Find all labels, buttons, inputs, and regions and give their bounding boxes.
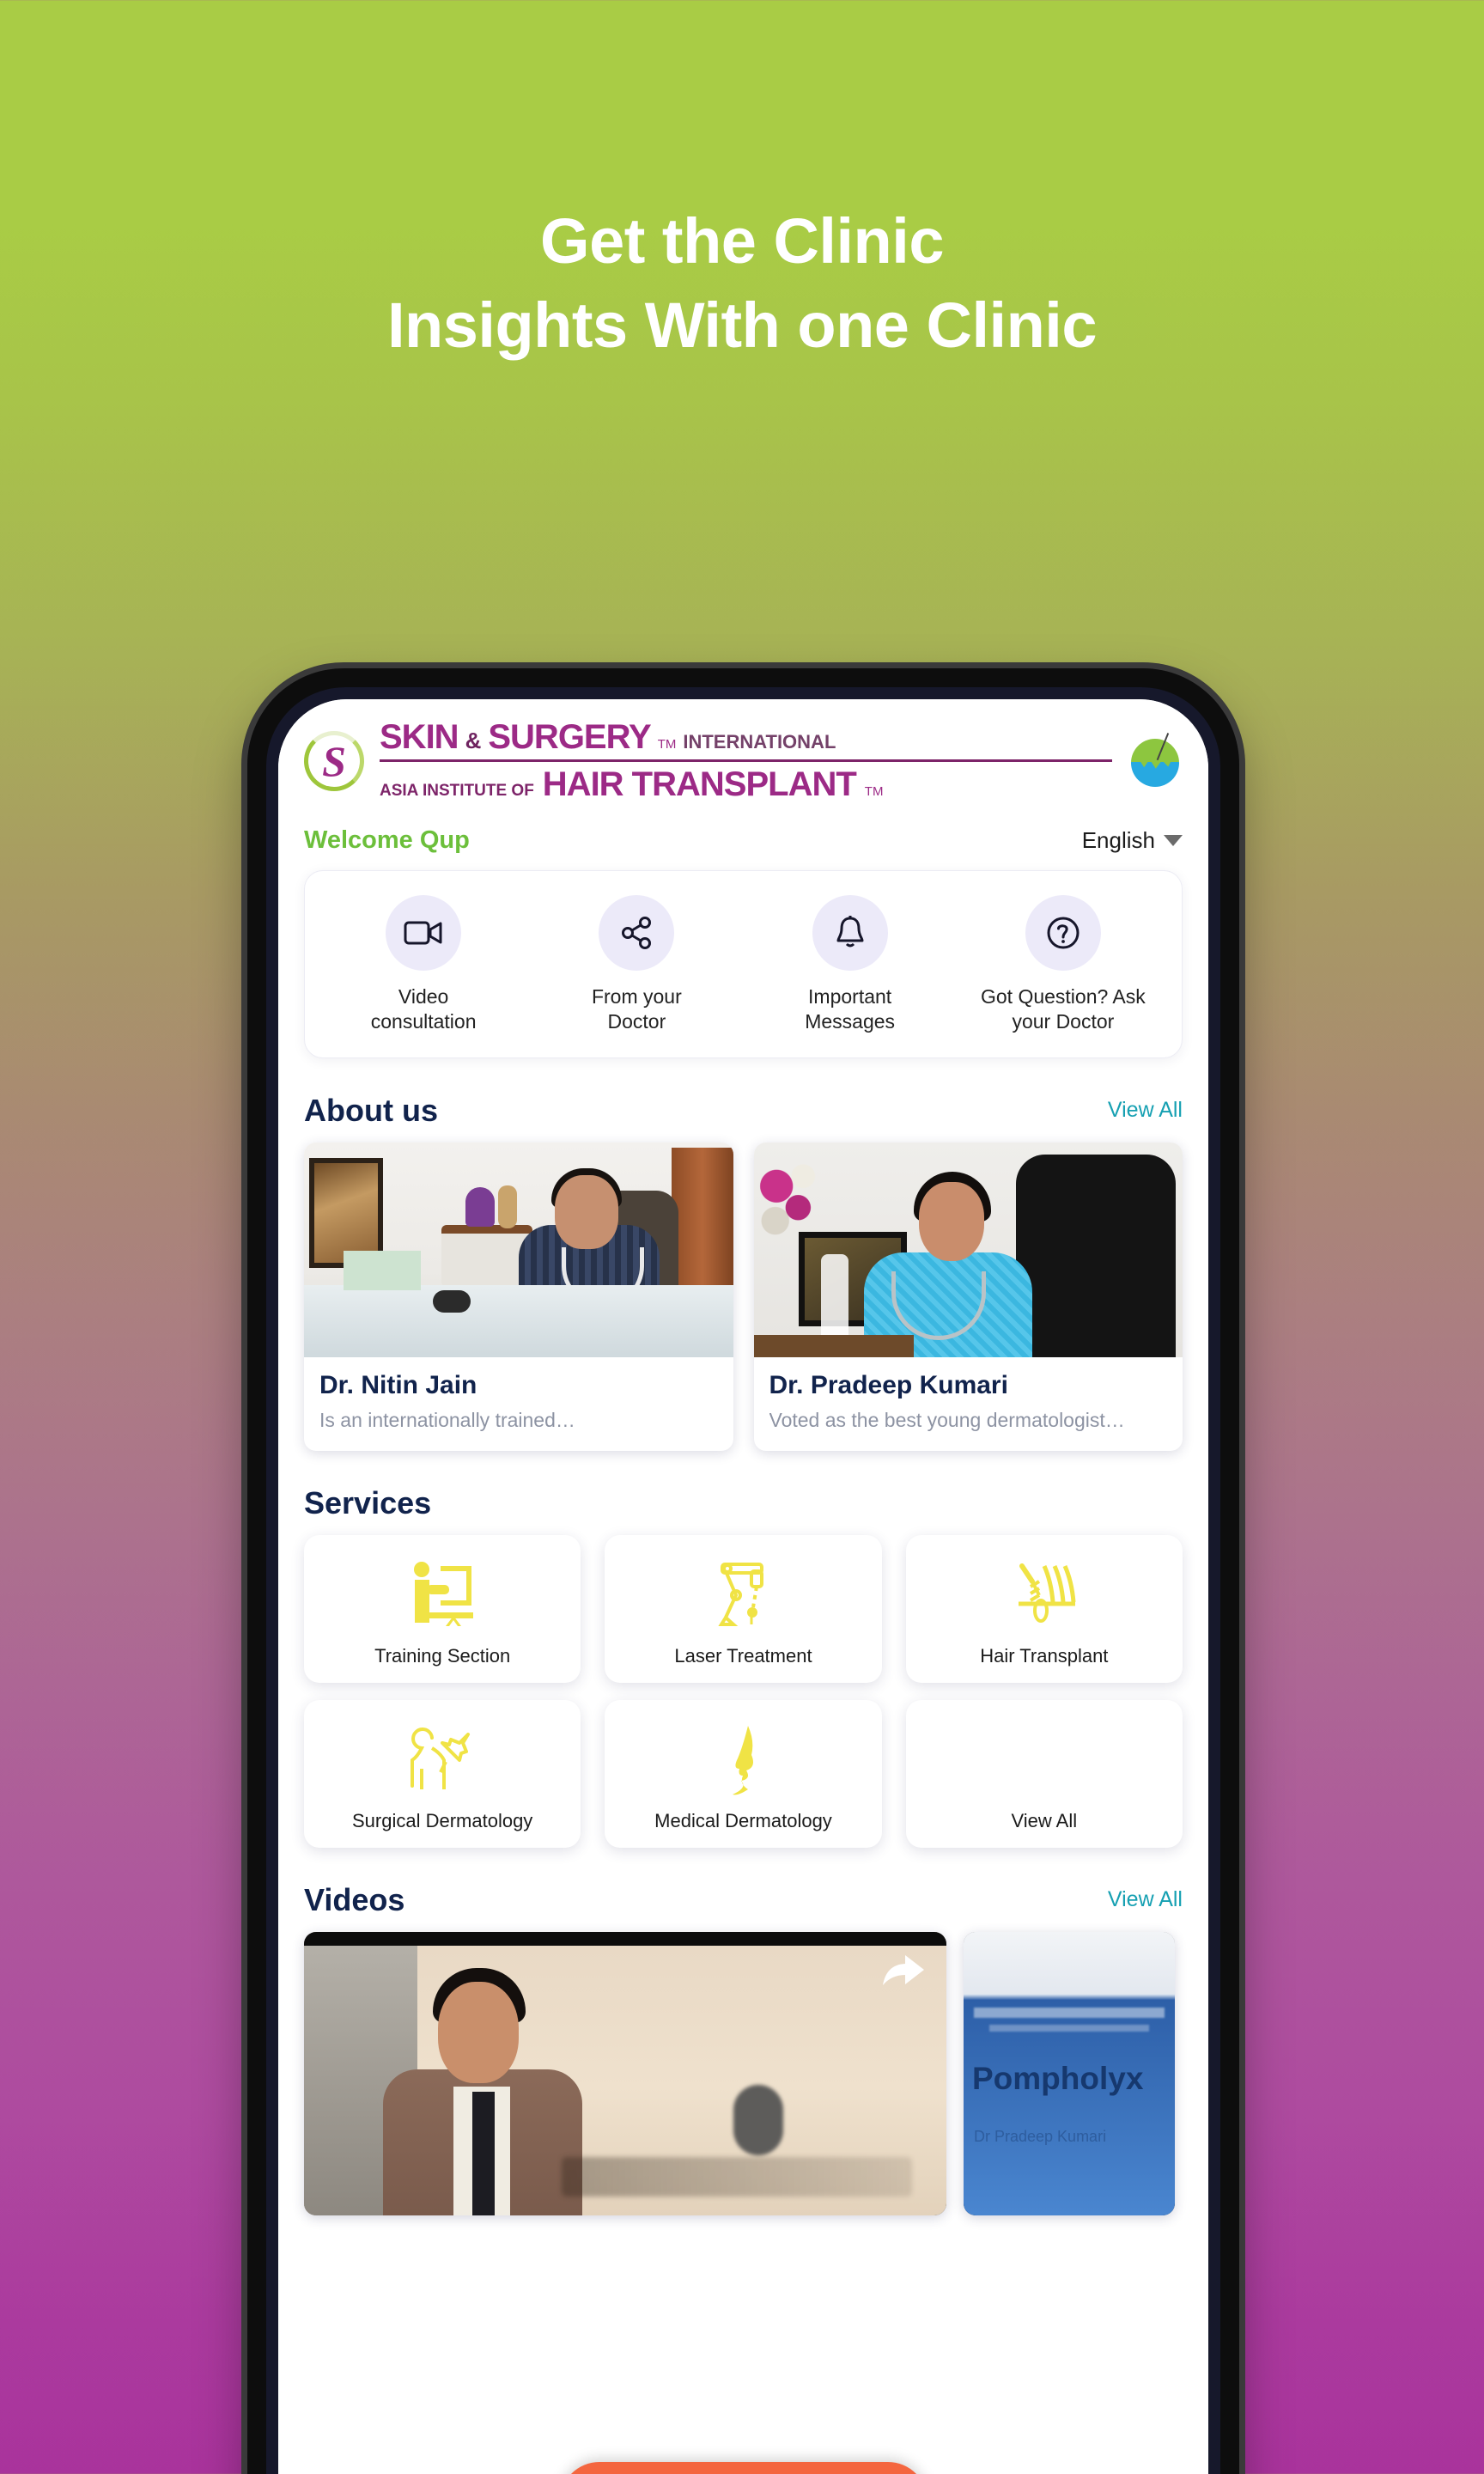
brand-skin: SKIN <box>380 718 459 756</box>
surgical-syringe-icon <box>403 1715 482 1805</box>
brand-wordmark: SKIN & SURGERY TM INTERNATIONAL ASIA INS… <box>380 718 1112 804</box>
service-laser-treatment[interactable]: Laser Treatment <box>605 1534 882 1683</box>
logo-letter: S <box>322 737 346 785</box>
about-section-header: About us View All <box>278 1093 1208 1129</box>
quick-action-video-consultation[interactable]: Video consultation <box>317 895 530 1035</box>
promo-line-1: Get the Clinic <box>540 205 944 277</box>
quick-action-label: Got Question? Ask your Doctor <box>980 985 1146 1033</box>
book-appointment-button[interactable]: Book Appointment <box>559 2462 928 2474</box>
video-thumbnail: Pompholyx Dr Pradeep Kumari <box>964 1931 1175 2215</box>
service-label: Hair Transplant <box>980 1644 1109 1667</box>
quick-action-label: Video consultation <box>370 985 477 1033</box>
brand-hair-transplant: HAIR TRANSPLANT <box>542 765 857 803</box>
about-title: About us <box>304 1092 438 1128</box>
welcome-bar: Welcome Qup English <box>278 814 1208 865</box>
laser-arm-icon <box>703 1551 782 1640</box>
doctor-photo <box>304 1142 733 1357</box>
brand-tm-icon: TM <box>657 737 677 752</box>
doctor-description: Is an internationally trained… <box>319 1408 575 1431</box>
phone-frame: S SKIN & SURGERY TM INTERNATIONAL ASIA I… <box>247 668 1239 2474</box>
videos-title: Videos <box>304 1881 405 1917</box>
share-icon <box>599 895 675 971</box>
globe-logo-icon <box>1124 730 1186 792</box>
presenter-board-icon <box>403 1551 482 1640</box>
brand-asia-institute: ASIA INSTITUTE OF <box>380 782 534 800</box>
promo-headline: Get the Clinic Insights With one Clinic <box>0 199 1484 369</box>
quick-action-from-your-doctor[interactable]: From your Doctor <box>530 895 743 1035</box>
services-grid: Training Section Laser Treatment Hair Tr… <box>278 1534 1208 1848</box>
videos-view-all-link[interactable]: View All <box>1108 1887 1183 1912</box>
service-label: Medical Dermatology <box>654 1809 832 1831</box>
doctor-description: Voted as the best young dermatologist… <box>769 1408 1125 1431</box>
doctor-photo <box>753 1142 1183 1357</box>
brand-tm2-icon: TM <box>864 784 884 799</box>
doctor-name: Dr. Pradeep Kumari <box>769 1370 1008 1399</box>
video-title: Pompholyx <box>972 2060 1144 2096</box>
app-header: S SKIN & SURGERY TM INTERNATIONAL ASIA I… <box>278 699 1208 814</box>
quick-action-important-messages[interactable]: Important Messages <box>744 895 957 1035</box>
brand-surgery: SURGERY <box>488 718 651 756</box>
service-label: Surgical Dermatology <box>352 1809 533 1831</box>
video-card[interactable]: Pompholyx Dr Pradeep Kumari <box>964 1931 1175 2215</box>
quick-action-label: From your Doctor <box>591 985 682 1033</box>
phone-bezel: S SKIN & SURGERY TM INTERNATIONAL ASIA I… <box>266 687 1220 2474</box>
language-value: English <box>1081 827 1155 853</box>
brand-amp: & <box>465 728 482 753</box>
service-hair-transplant[interactable]: Hair Transplant <box>905 1534 1183 1683</box>
video-card[interactable] <box>304 1931 946 2215</box>
service-training-section[interactable]: Training Section <box>304 1534 581 1683</box>
doctor-card-list: Dr. Nitin Jain Is an internationally tra… <box>278 1142 1208 1451</box>
service-surgical-dermatology[interactable]: Surgical Dermatology <box>304 1699 581 1848</box>
service-label: Training Section <box>374 1644 511 1667</box>
video-camera-icon <box>386 895 462 971</box>
face-profile-icon <box>703 1715 782 1805</box>
app-screen: S SKIN & SURGERY TM INTERNATIONAL ASIA I… <box>278 699 1208 2474</box>
video-subtitle: Dr Pradeep Kumari <box>974 2127 1107 2145</box>
quick-actions-panel: Video consultation From your Doctor Impo… <box>304 870 1183 1058</box>
welcome-greeting: Welcome Qup <box>304 826 470 854</box>
doctor-name: Dr. Nitin Jain <box>319 1370 477 1399</box>
service-medical-dermatology[interactable]: Medical Dermatology <box>605 1699 882 1848</box>
question-circle-icon <box>1025 895 1101 971</box>
brand-divider <box>380 759 1112 762</box>
videos-section-header: Videos View All <box>278 1882 1208 1918</box>
video-thumbnail <box>304 1931 946 2215</box>
doctor-card[interactable]: Dr. Pradeep Kumari Voted as the best you… <box>753 1142 1183 1451</box>
language-selector[interactable]: English <box>1082 827 1183 854</box>
services-section-header: Services <box>278 1485 1208 1521</box>
bell-icon <box>812 895 888 971</box>
service-view-all[interactable]: View All <box>905 1699 1183 1848</box>
brand-international: INTERNATIONAL <box>683 731 836 753</box>
doctor-card[interactable]: Dr. Nitin Jain Is an internationally tra… <box>304 1142 733 1451</box>
hair-follicle-icon <box>1005 1551 1084 1640</box>
service-label: View All <box>1011 1809 1078 1831</box>
videos-list: Pompholyx Dr Pradeep Kumari <box>278 1931 1208 2215</box>
about-view-all-link[interactable]: View All <box>1108 1098 1183 1123</box>
promo-line-2: Insights With one Clinic <box>387 289 1098 362</box>
services-title: Services <box>304 1484 432 1520</box>
chevron-down-icon <box>1164 835 1183 846</box>
quick-action-ask-your-doctor[interactable]: Got Question? Ask your Doctor <box>957 895 1170 1035</box>
share-arrow-icon[interactable] <box>879 1951 928 1990</box>
service-label: Laser Treatment <box>674 1644 812 1667</box>
quick-action-label: Important Messages <box>805 985 896 1033</box>
clinic-logo-icon: S <box>301 728 368 795</box>
